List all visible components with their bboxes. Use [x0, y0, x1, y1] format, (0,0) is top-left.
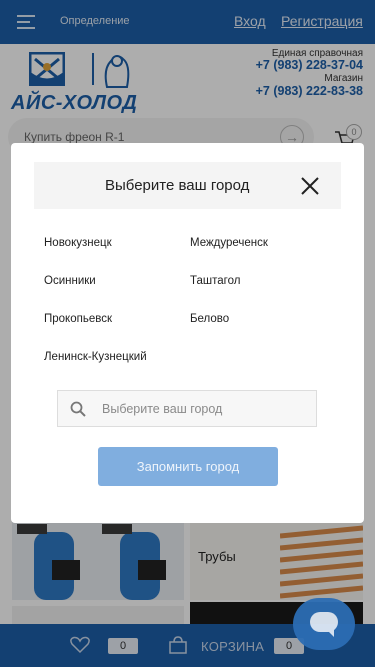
city-option[interactable]: Осинники — [44, 275, 96, 287]
city-option[interactable]: Междуреченск — [190, 237, 268, 249]
city-search-input[interactable] — [102, 391, 312, 426]
city-search-box[interactable] — [57, 390, 317, 427]
modal-title: Выберите ваш город — [105, 177, 250, 194]
city-option[interactable]: Ленинск-Кузнецкий — [44, 351, 147, 363]
city-option[interactable]: Белово — [190, 313, 229, 325]
search-icon — [70, 401, 86, 417]
city-option[interactable]: Таштагол — [190, 275, 240, 287]
close-icon[interactable] — [300, 176, 320, 196]
city-select-modal: Выберите ваш город Новокузнецк Междурече… — [11, 143, 364, 523]
city-option[interactable]: Прокопьевск — [44, 313, 112, 325]
chat-button[interactable] — [293, 598, 355, 650]
city-option[interactable]: Новокузнецк — [44, 237, 112, 249]
remember-city-button[interactable]: Запомнить город — [98, 447, 278, 486]
modal-header: Выберите ваш город — [34, 162, 341, 209]
